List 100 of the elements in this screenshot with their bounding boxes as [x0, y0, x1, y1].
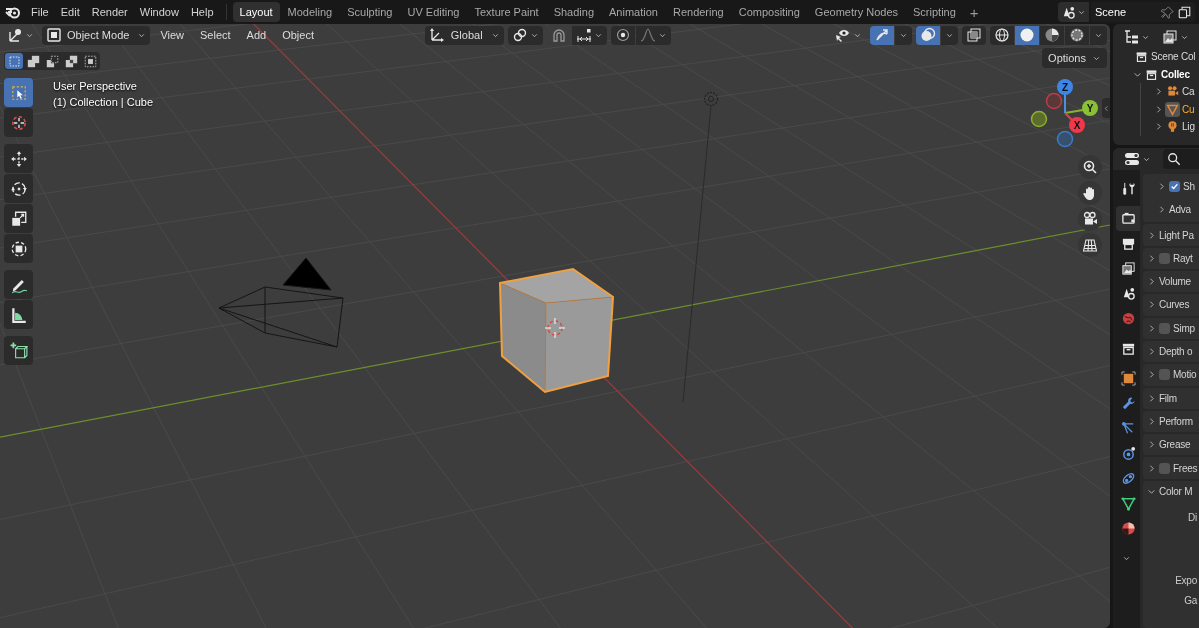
workspace-tab[interactable]: Modeling	[280, 2, 340, 22]
properties-tab[interactable]	[1116, 206, 1140, 232]
mode-dropdown[interactable]: Object Mode	[42, 25, 151, 45]
snap-dropdown[interactable]	[571, 25, 607, 45]
workspace-tab[interactable]: Rendering	[665, 2, 731, 22]
panel-title[interactable]: Simp	[1173, 322, 1195, 334]
expand-toggle[interactable]	[1154, 122, 1163, 132]
shading-button[interactable]	[1065, 25, 1089, 45]
overlay-toggle[interactable]	[916, 25, 940, 45]
zoom-button[interactable]	[1078, 155, 1102, 179]
menu-item[interactable]: Select	[194, 25, 237, 45]
tool-button[interactable]	[4, 204, 33, 233]
expand-toggle[interactable]	[1147, 416, 1156, 426]
menu-item[interactable]: File	[25, 2, 55, 22]
select-box-icon	[9, 83, 28, 102]
copy-icon	[1178, 5, 1191, 19]
add-workspace-button[interactable]: +	[963, 2, 985, 22]
panel-title[interactable]: Curves	[1159, 299, 1190, 311]
expand-toggle[interactable]	[1147, 253, 1156, 263]
panel-title[interactable]: Volume	[1159, 276, 1191, 288]
xray-toggle[interactable]	[962, 25, 986, 45]
options-dropdown[interactable]: Options	[1042, 48, 1107, 68]
menu-item[interactable]: View	[154, 25, 191, 45]
workspace-tab[interactable]: Compositing	[731, 2, 807, 22]
menu-item[interactable]: Object	[276, 25, 320, 45]
axis-handle[interactable]	[1030, 110, 1048, 128]
panel-title[interactable]: Perform	[1159, 415, 1193, 427]
expand-toggle[interactable]	[1147, 393, 1156, 403]
box-icon	[1120, 341, 1136, 357]
menu-item[interactable]: Help	[184, 2, 220, 22]
workspace-tab[interactable]: Shading	[546, 2, 602, 22]
workspace-tab[interactable]: Texture Paint	[467, 2, 546, 22]
tree-item[interactable]: Collec	[1161, 68, 1190, 80]
menu-item[interactable]: Edit	[54, 2, 86, 22]
expand-toggle[interactable]	[1147, 230, 1156, 240]
tool-button[interactable]	[4, 144, 33, 173]
menu-item[interactable]: Window	[133, 2, 185, 22]
tool-button[interactable]	[4, 234, 33, 263]
snap-toggle[interactable]	[546, 25, 571, 45]
axis-handle[interactable]: Z	[1057, 79, 1073, 95]
panel-title[interactable]: Sh	[1183, 181, 1195, 193]
expand-toggle[interactable]	[1147, 463, 1156, 473]
checkbox[interactable]	[1159, 252, 1170, 264]
tree-item[interactable]: Cu	[1182, 103, 1195, 115]
proportional-toggle[interactable]	[610, 25, 635, 45]
shading-button[interactable]	[1015, 25, 1039, 45]
workspace-tab[interactable]: Sculpting	[340, 2, 400, 22]
menu-item[interactable]: Add	[240, 25, 273, 45]
menu-item[interactable]: Render	[85, 2, 134, 22]
axis-handle[interactable]	[1045, 92, 1063, 110]
tool-button[interactable]	[4, 300, 33, 329]
gizmo-toggle[interactable]	[870, 25, 894, 45]
pan-button[interactable]	[1078, 181, 1102, 205]
workspace-tab[interactable]: Scripting	[906, 2, 963, 22]
tree-item[interactable]: Lig	[1182, 121, 1195, 133]
panel-title[interactable]: Adva	[1169, 204, 1191, 216]
orientation-dropdown[interactable]: Global	[424, 25, 504, 45]
tree-item[interactable]: Scene Col	[1151, 51, 1196, 63]
expand-toggle[interactable]	[1147, 323, 1156, 333]
expand-toggle[interactable]	[1154, 87, 1163, 97]
panel-title[interactable]: Motio	[1173, 369, 1197, 381]
tool-button[interactable]	[4, 174, 33, 203]
tree-item[interactable]: Ca	[1182, 86, 1195, 98]
panel-title[interactable]: Light Pa	[1159, 229, 1194, 241]
workspace-tab[interactable]: UV Editing	[400, 2, 467, 22]
tool-button[interactable]	[4, 108, 33, 137]
expand-toggle[interactable]	[1147, 370, 1156, 380]
checkbox[interactable]	[1159, 322, 1170, 334]
panel-title[interactable]: Film	[1159, 392, 1177, 404]
shading-button[interactable]	[990, 25, 1014, 45]
panel-title[interactable]: Frees	[1173, 462, 1198, 474]
camera-view-button[interactable]	[1078, 207, 1102, 231]
checkbox[interactable]	[1159, 462, 1170, 474]
panel-title[interactable]: Depth o	[1159, 346, 1193, 358]
workspace-tab[interactable]: Geometry Nodes	[807, 2, 905, 22]
projection-button[interactable]	[1078, 233, 1102, 257]
panel-title[interactable]: Color M	[1159, 485, 1193, 497]
shading-button[interactable]	[1040, 25, 1064, 45]
expand-toggle[interactable]	[1157, 205, 1166, 215]
tool-button[interactable]	[4, 270, 33, 299]
checkbox[interactable]	[1159, 369, 1170, 381]
axis-handle[interactable]	[1056, 130, 1074, 148]
expand-toggle[interactable]	[1147, 277, 1156, 287]
workspace-tab[interactable]: Layout	[232, 2, 280, 22]
expand-toggle[interactable]	[1147, 347, 1156, 357]
panel-title[interactable]: Grease	[1159, 439, 1191, 451]
scene-dropdown[interactable]	[1058, 2, 1089, 22]
checkbox[interactable]	[1169, 181, 1180, 193]
pivot-dropdown[interactable]	[507, 25, 543, 45]
sidebar-toggle[interactable]	[1102, 98, 1110, 118]
expand-toggle[interactable]	[1147, 300, 1156, 310]
panel-title[interactable]: Rayt	[1173, 252, 1193, 264]
axis-handle[interactable]: X	[1069, 117, 1085, 133]
search-field[interactable]	[1163, 149, 1199, 170]
axis-handle[interactable]: Y	[1082, 100, 1098, 116]
workspace-tab[interactable]: Animation	[602, 2, 665, 22]
expand-toggle[interactable]	[1157, 182, 1166, 192]
expand-toggle[interactable]	[1147, 440, 1156, 450]
expand-toggle[interactable]	[1154, 104, 1163, 114]
tool-button[interactable]	[4, 336, 33, 365]
